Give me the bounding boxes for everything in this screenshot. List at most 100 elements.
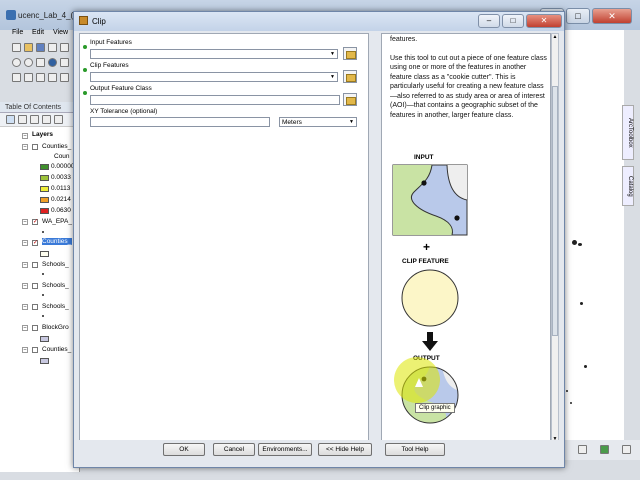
required-indicator <box>83 68 87 72</box>
collapse-icon[interactable]: – <box>22 219 28 225</box>
browse-folder-icon[interactable] <box>343 70 357 83</box>
map-point <box>566 390 568 392</box>
full-extent-icon[interactable] <box>48 58 57 67</box>
list-by-visibility-icon[interactable] <box>30 115 39 124</box>
input-figure <box>392 164 468 236</box>
environments-button[interactable]: Environments... <box>258 443 312 456</box>
options-icon[interactable] <box>54 115 63 124</box>
measure-icon[interactable] <box>48 73 57 82</box>
hide-help-button[interactable]: << Hide Help <box>318 443 372 456</box>
dialog-maximize-button[interactable]: □ <box>502 14 524 28</box>
input-caption: INPUT <box>414 154 434 161</box>
close-app-button[interactable]: ✕ <box>592 8 632 24</box>
layer-checkbox-checked[interactable]: ✓ <box>32 240 38 246</box>
layer-checkbox[interactable] <box>32 283 38 289</box>
hyperlink-icon[interactable] <box>60 73 69 82</box>
expand-icon[interactable]: – <box>22 283 28 289</box>
maximize-button[interactable]: □ <box>566 8 590 24</box>
down-arrow-icon <box>422 332 438 351</box>
list-by-selection-icon[interactable] <box>42 115 51 124</box>
open-icon[interactable] <box>24 43 33 52</box>
print-icon[interactable] <box>48 43 57 52</box>
layer-checkbox[interactable] <box>32 347 38 353</box>
menu-bar: File Edit View <box>0 28 80 40</box>
zoom-in-icon[interactable] <box>12 58 21 67</box>
app-title: ucenc_Lab_4_(te <box>18 11 80 20</box>
expand-icon[interactable]: – <box>22 347 28 353</box>
legend-swatch <box>40 164 49 170</box>
dialog-button-bar: OK Cancel Environments... << Hide Help T… <box>74 440 564 467</box>
save-icon[interactable] <box>36 43 45 52</box>
cut-icon[interactable] <box>60 43 69 52</box>
toc-toolbar <box>0 113 79 127</box>
layer-checkbox[interactable] <box>32 304 38 310</box>
menu-view[interactable]: View <box>53 29 68 36</box>
xy-tolerance-label: XY Tolerance (optional) <box>90 108 158 115</box>
expand-icon[interactable]: – <box>22 325 28 331</box>
layer-name-selected[interactable]: Counties_ <box>42 238 72 245</box>
browse-folder-icon[interactable] <box>343 93 357 106</box>
zoom-out-icon[interactable] <box>24 58 33 67</box>
browse-folder-icon[interactable] <box>343 47 357 60</box>
drawing-toolbar <box>560 440 640 460</box>
legend-swatch <box>40 251 49 257</box>
expand-icon[interactable]: – <box>22 304 28 310</box>
units-value: Meters <box>282 119 302 126</box>
scroll-up-icon[interactable]: ▲ <box>552 34 558 40</box>
collapse-icon[interactable]: – <box>22 240 28 246</box>
layer-checkbox[interactable] <box>32 262 38 268</box>
tool-icon <box>79 16 88 25</box>
identify-icon[interactable] <box>24 73 33 82</box>
menu-edit[interactable]: Edit <box>32 29 44 36</box>
collapse-icon[interactable]: – <box>22 144 28 150</box>
select-icon[interactable] <box>12 73 21 82</box>
list-by-drawing-order-icon[interactable] <box>6 115 15 124</box>
legend-swatch <box>40 358 49 364</box>
expand-icon[interactable]: – <box>22 262 28 268</box>
dialog-close-button[interactable]: ✕ <box>526 14 562 28</box>
ok-button[interactable]: OK <box>163 443 205 456</box>
point-symbol <box>42 273 44 275</box>
dropdown-arrow-icon[interactable]: ▼ <box>329 74 336 80</box>
help-paragraph: Use this tool to cut out a piece of one … <box>390 54 547 119</box>
units-select[interactable]: Meters ▼ <box>279 117 357 127</box>
map-point <box>580 302 583 305</box>
legend-swatch <box>40 197 49 203</box>
layer-checkbox-checked[interactable]: ✓ <box>32 219 38 225</box>
list-by-source-icon[interactable] <box>18 115 27 124</box>
input-features-field[interactable]: ▼ <box>90 49 338 59</box>
dropdown-arrow-icon[interactable]: ▼ <box>348 119 355 125</box>
xy-tolerance-field[interactable] <box>90 117 270 127</box>
map-display[interactable] <box>564 30 624 460</box>
pan-icon[interactable] <box>36 58 45 67</box>
new-icon[interactable] <box>12 43 21 52</box>
catalog-tab[interactable]: Catalog <box>622 166 634 206</box>
parameters-pane: Input Features ▼ Clip Features ▼ Output … <box>79 33 369 443</box>
clip-features-field[interactable]: ▼ <box>90 72 338 82</box>
fixed-zoom-icon[interactable] <box>60 58 69 67</box>
layer-checkbox[interactable] <box>32 325 38 331</box>
tool-help-button[interactable]: Tool Help <box>385 443 445 456</box>
dropdown-arrow-icon[interactable]: ▼ <box>329 51 336 57</box>
cancel-button[interactable]: Cancel <box>213 443 255 456</box>
fill-color-icon[interactable] <box>600 445 609 454</box>
menu-file[interactable]: File <box>12 29 23 36</box>
layers-root[interactable]: Layers <box>32 131 72 138</box>
legend-swatch <box>40 175 49 181</box>
layer-checkbox[interactable] <box>32 144 38 150</box>
dialog-minimize-button[interactable]: – <box>478 14 500 28</box>
plus-symbol: + <box>423 240 431 254</box>
find-icon[interactable] <box>36 73 45 82</box>
map-point <box>572 240 577 245</box>
line-color-icon[interactable] <box>622 445 631 454</box>
clip-graphic-tooltip: Clip graphic <box>415 403 455 413</box>
help-scrollbar[interactable]: ▲ ▼ <box>551 33 559 443</box>
draw-icon[interactable] <box>578 445 587 454</box>
output-feature-class-field[interactable] <box>90 95 340 105</box>
scroll-thumb[interactable] <box>552 86 558 336</box>
output-feature-class-label: Output Feature Class <box>90 85 152 92</box>
arctoolbox-tab[interactable]: ArcToolbox <box>622 105 634 160</box>
collapse-icon[interactable]: – <box>22 133 28 139</box>
clip-dialog: Clip – □ ✕ Input Features ▼ Clip Feature… <box>73 11 565 468</box>
clip-feature-figure <box>401 269 459 327</box>
